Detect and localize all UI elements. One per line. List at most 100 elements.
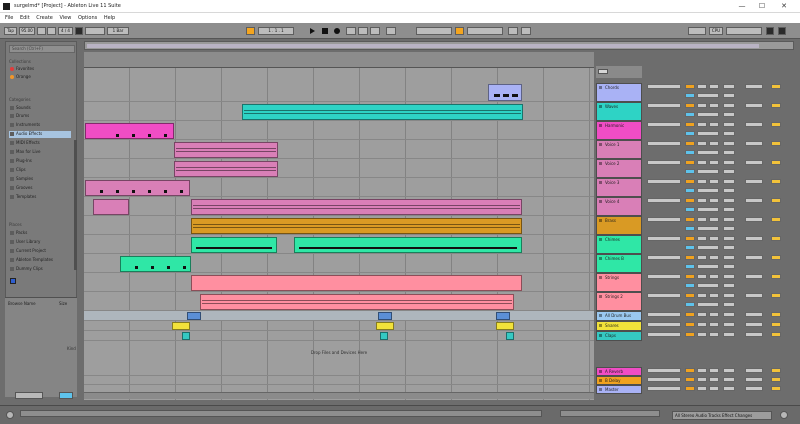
track-chimes[interactable]: Chimes xyxy=(596,235,642,254)
category-max-for-live[interactable]: Max for Live xyxy=(9,149,71,156)
clip-voice-4b[interactable] xyxy=(191,199,522,215)
fold-icon[interactable] xyxy=(599,334,602,337)
beat-time-ruler[interactable] xyxy=(84,52,594,68)
arm-button[interactable] xyxy=(709,293,719,298)
arm-button[interactable] xyxy=(709,368,719,373)
monitor-button[interactable] xyxy=(771,103,781,108)
monitor-select[interactable] xyxy=(697,245,719,250)
track-activator-button[interactable] xyxy=(685,255,695,260)
input-channel-select[interactable] xyxy=(685,264,695,269)
track-claps[interactable]: Claps xyxy=(596,331,642,341)
input-channel-select[interactable] xyxy=(685,131,695,136)
loop-start-field[interactable] xyxy=(386,27,396,35)
lane-brass[interactable] xyxy=(84,216,594,235)
fold-icon[interactable] xyxy=(599,124,602,127)
lane-voice-3[interactable] xyxy=(84,178,594,197)
pan-field[interactable] xyxy=(745,179,763,184)
clip-claps-1[interactable] xyxy=(182,332,190,340)
menu-edit[interactable]: Edit xyxy=(20,15,30,21)
category-samples[interactable]: Samples xyxy=(9,176,71,183)
input-type-select[interactable] xyxy=(647,386,681,391)
monitor-button[interactable] xyxy=(771,122,781,127)
input-channel-select[interactable] xyxy=(685,93,695,98)
place-user-library[interactable]: User Library xyxy=(9,239,71,246)
fold-icon[interactable] xyxy=(599,276,602,279)
track-activator-button[interactable] xyxy=(685,293,695,298)
pan-field[interactable] xyxy=(745,103,763,108)
follow-toggle-button[interactable] xyxy=(246,27,255,35)
track-activator-button[interactable] xyxy=(685,332,695,337)
volume-field[interactable] xyxy=(723,312,735,317)
arm-button[interactable] xyxy=(709,274,719,279)
track-chimes-b[interactable]: Chimes B xyxy=(596,254,642,273)
send-a-field[interactable] xyxy=(723,188,735,193)
input-type-select[interactable] xyxy=(647,236,681,241)
preview-volume[interactable] xyxy=(59,392,73,399)
pan-field[interactable] xyxy=(745,377,763,382)
browser-search-input[interactable]: Search (Ctrl+F) xyxy=(9,45,75,53)
input-type-select[interactable] xyxy=(647,84,681,89)
input-channel-select[interactable] xyxy=(685,226,695,231)
close-button[interactable]: ✕ xyxy=(778,2,790,11)
volume-field[interactable] xyxy=(723,103,735,108)
monitor-select[interactable] xyxy=(697,169,719,174)
input-type-select[interactable] xyxy=(647,217,681,222)
follow-button[interactable] xyxy=(85,27,105,35)
solo-button[interactable] xyxy=(697,84,707,89)
monitor-button[interactable] xyxy=(771,84,781,89)
stop-button[interactable] xyxy=(322,28,328,34)
master-track[interactable]: Master xyxy=(596,385,642,394)
time-ruler-bottom[interactable] xyxy=(84,392,594,399)
track-activator-button[interactable] xyxy=(685,179,695,184)
arm-button[interactable] xyxy=(709,322,719,327)
pan-field[interactable] xyxy=(745,386,763,391)
fold-icon[interactable] xyxy=(599,379,602,382)
track-activator-button[interactable] xyxy=(685,386,695,391)
solo-button[interactable] xyxy=(697,312,707,317)
detail-view-toggle[interactable] xyxy=(780,411,788,419)
track-activator-button[interactable] xyxy=(685,122,695,127)
lane-drum-bus[interactable] xyxy=(84,311,594,321)
arm-button[interactable] xyxy=(709,255,719,260)
track-activator-button[interactable] xyxy=(685,141,695,146)
tap-tempo-button[interactable]: Tap xyxy=(4,27,17,35)
send-a-field[interactable] xyxy=(723,245,735,250)
session-record-button[interactable] xyxy=(370,27,380,35)
track-strings-2[interactable]: Strings 2 xyxy=(596,292,642,311)
monitor-button[interactable] xyxy=(771,217,781,222)
monitor-button[interactable] xyxy=(771,160,781,165)
arrangement-position-field[interactable]: 1 . 1 . 1 xyxy=(258,27,294,35)
lane-voice-2[interactable] xyxy=(84,159,594,178)
loop-position-field[interactable] xyxy=(416,27,452,35)
monitor-button[interactable] xyxy=(771,377,781,382)
fold-icon[interactable] xyxy=(599,314,602,317)
solo-button[interactable] xyxy=(697,332,707,337)
maximize-button[interactable]: ☐ xyxy=(756,2,768,11)
clip-voice-3[interactable] xyxy=(85,180,190,196)
draw-mode-button[interactable] xyxy=(508,27,518,35)
send-a-field[interactable] xyxy=(723,169,735,174)
send-a-field[interactable] xyxy=(723,283,735,288)
track-activator-button[interactable] xyxy=(685,368,695,373)
pan-field[interactable] xyxy=(745,198,763,203)
menu-create[interactable]: Create xyxy=(36,15,53,21)
track-harmonic[interactable]: Harmonic xyxy=(596,121,642,140)
monitor-button[interactable] xyxy=(771,274,781,279)
clip-chimes-1[interactable] xyxy=(191,237,277,253)
solo-button[interactable] xyxy=(697,322,707,327)
add-folder-icon[interactable] xyxy=(10,278,16,284)
fold-icon[interactable] xyxy=(599,86,602,89)
volume-field[interactable] xyxy=(723,377,735,382)
solo-button[interactable] xyxy=(697,386,707,391)
overview-visible-range[interactable] xyxy=(87,44,759,48)
track-chords[interactable]: Chords xyxy=(596,83,642,102)
info-view-toggle[interactable] xyxy=(6,411,14,419)
arm-button[interactable] xyxy=(709,160,719,165)
menu-file[interactable]: File xyxy=(5,15,13,21)
place-ableton-templates[interactable]: Ableton Templates xyxy=(9,257,71,264)
clip-strings-2[interactable] xyxy=(200,294,514,310)
play-button[interactable] xyxy=(310,28,315,34)
arm-button[interactable] xyxy=(709,122,719,127)
track-voice-2[interactable]: Voice 2 xyxy=(596,159,642,178)
monitor-select[interactable] xyxy=(697,207,719,212)
